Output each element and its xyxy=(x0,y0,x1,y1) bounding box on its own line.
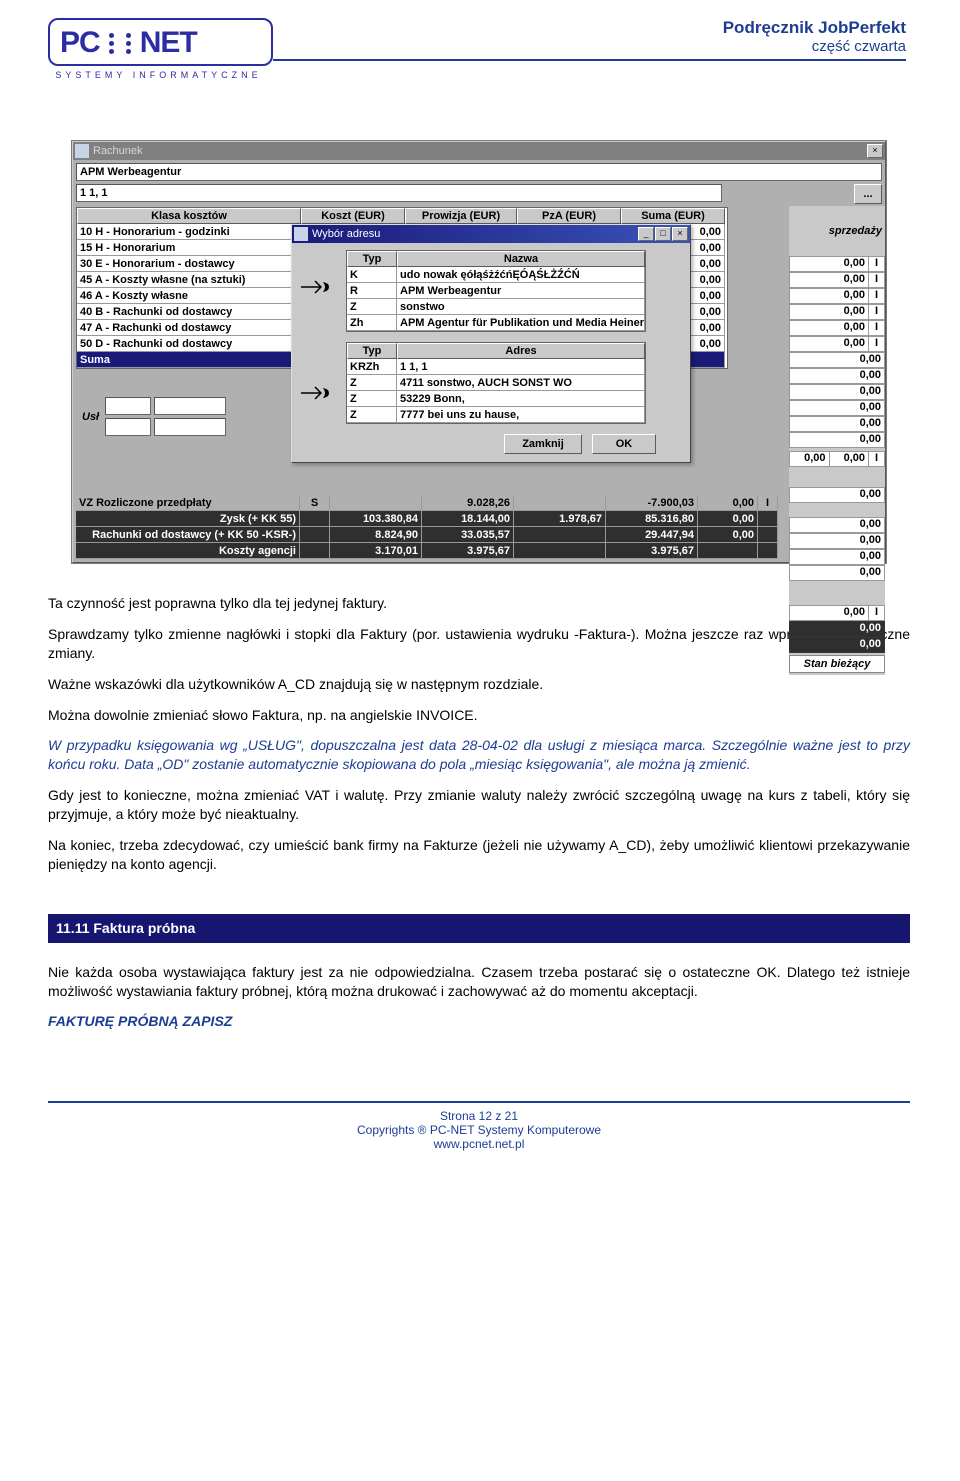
dialog-title: Wybór adresu xyxy=(312,228,638,240)
dialog-icon xyxy=(294,227,308,241)
doc-subtitle: część czwarta xyxy=(273,38,906,55)
address-field[interactable]: 1 1, 1 xyxy=(76,184,722,202)
company-field[interactable]: APM Werbeagentur xyxy=(76,163,882,181)
close-icon[interactable]: × xyxy=(867,144,883,158)
pointer-hand-icon xyxy=(298,277,332,297)
para: Nie każda osoba wystawiająca faktury jes… xyxy=(48,963,910,1001)
maximize-icon[interactable]: □ xyxy=(655,227,671,241)
footer: Strona 12 z 21 Copyrights ® PC-NET Syste… xyxy=(48,1101,910,1151)
close-icon[interactable]: × xyxy=(672,227,688,241)
section-heading: 11.11 Faktura próbna xyxy=(48,914,910,943)
para: Gdy jest to konieczne, można zmieniać VA… xyxy=(48,786,910,824)
suma-row: Suma xyxy=(77,352,301,368)
logo: PC NET SYSTEMY INFORMATYCZNE xyxy=(48,18,273,80)
cost-row-label[interactable]: 45 A - Koszty własne (na sztuki) xyxy=(77,272,301,288)
cost-row-label[interactable]: 47 A - Rachunki od dostawcy xyxy=(77,320,301,336)
usl-label: Usł xyxy=(76,409,105,425)
close-button[interactable]: Zamknij xyxy=(504,434,582,454)
pointer-hand-icon xyxy=(298,383,332,403)
logo-subtitle: SYSTEMY INFORMATYCZNE xyxy=(48,70,273,80)
col-adres: Adres xyxy=(397,343,645,359)
doc-title: Podręcznik JobPerfekt xyxy=(273,18,906,38)
minimize-icon[interactable]: _ xyxy=(638,227,654,241)
usl-field-3[interactable] xyxy=(105,418,151,436)
col-suma: Suma (EUR) xyxy=(621,208,725,224)
col-prowizja: Prowizja (EUR) xyxy=(405,208,517,224)
cost-row-label[interactable]: 50 D - Rachunki od dostawcy xyxy=(77,336,301,352)
cost-row-label[interactable]: 30 E - Honorarium - dostawcy xyxy=(77,256,301,272)
sprzedazy-label: sprzedaży xyxy=(789,224,885,240)
right-val: 0,00 xyxy=(789,451,830,467)
ok-button[interactable]: OK xyxy=(592,434,656,454)
para: Ważne wskazówki dla użytkowników A_CD zn… xyxy=(48,675,910,694)
note: W przypadku księgowania wg „USŁUG", dopu… xyxy=(48,736,910,774)
para: Sprawdzamy tylko zmienne nagłówki i stop… xyxy=(48,625,910,663)
window-title: Rachunek xyxy=(93,145,867,157)
col-typ2: Typ xyxy=(347,343,397,359)
para: Na koniec, trzeba zdecydować, czy umieśc… xyxy=(48,836,910,874)
col-nazwa: Nazwa xyxy=(397,251,645,267)
cost-row-label[interactable]: 15 H - Honorarium xyxy=(77,240,301,256)
cost-row-label[interactable]: 40 B - Rachunki od dostawcy xyxy=(77,304,301,320)
ellipsis-button[interactable]: ... xyxy=(854,184,882,204)
screenshot-window: Rachunek × APM Werbeagentur 1 1, 1 ... xyxy=(71,140,887,564)
address-dialog: Wybór adresu _ □ × xyxy=(291,224,691,463)
para: Można dowolnie zmieniać słowo Faktura, n… xyxy=(48,706,910,725)
col-koszt: Koszt (EUR) xyxy=(301,208,405,224)
main-titlebar: Rachunek × xyxy=(73,142,885,160)
cost-row-label[interactable]: 46 A - Koszty własne xyxy=(77,288,301,304)
col-pza: PzA (EUR) xyxy=(517,208,621,224)
status-label: Stan bieżący xyxy=(789,655,885,673)
usl-field-4[interactable] xyxy=(154,418,226,436)
save-note: FAKTURĘ PRÓBNĄ ZAPISZ xyxy=(48,1012,910,1031)
usl-field-2[interactable] xyxy=(154,397,226,415)
cost-row-label[interactable]: 10 H - Honorarium - godzinki xyxy=(77,224,301,240)
col-typ: Typ xyxy=(347,251,397,267)
usl-field-1[interactable] xyxy=(105,397,151,415)
para: Ta czynność jest poprawna tylko dla tej … xyxy=(48,594,910,613)
col-klasa: Klasa kosztów xyxy=(77,208,301,224)
app-icon xyxy=(75,144,89,158)
